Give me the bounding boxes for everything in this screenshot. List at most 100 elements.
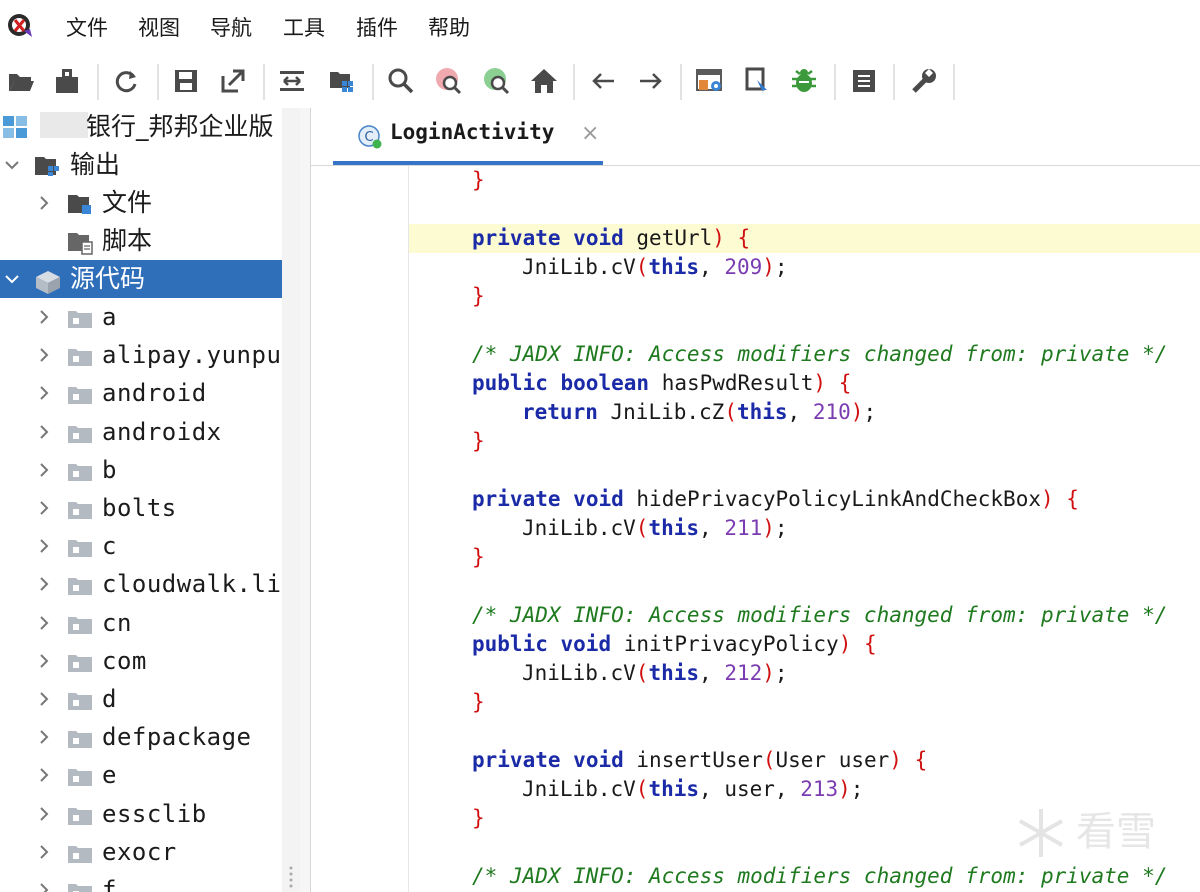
chevron-right-icon[interactable]	[36, 385, 52, 401]
package-folder-icon	[68, 349, 92, 367]
tree-item-package[interactable]: a	[0, 298, 282, 336]
open-folder-icon[interactable]	[4, 64, 38, 98]
package-folder-icon	[68, 693, 92, 710]
close-icon[interactable]: ×	[581, 122, 599, 146]
export-icon[interactable]	[50, 64, 84, 98]
chevron-right-icon[interactable]	[36, 500, 52, 516]
chevron-right-icon[interactable]	[36, 729, 52, 745]
separator: ,	[787, 400, 813, 424]
chevron-right-icon[interactable]	[36, 347, 52, 363]
brace: }	[472, 690, 485, 714]
semicolon: ;	[774, 516, 788, 540]
class-c-icon: C	[358, 125, 382, 149]
code-editor[interactable]: } private void getUrl) { JniLib.cV(this,…	[311, 166, 1200, 892]
menu-help[interactable]: 帮助	[428, 14, 470, 42]
code-line-current: private void getUrl) {	[409, 224, 1200, 253]
menu-file[interactable]: 文件	[66, 14, 108, 42]
tree-item-label: defpackage	[102, 723, 252, 752]
export-out-icon[interactable]	[216, 64, 250, 98]
tree-item-package[interactable]: e	[0, 756, 282, 794]
separator: ,	[699, 777, 725, 801]
tree-item-file[interactable]: 文件	[0, 184, 282, 222]
separator: ,	[699, 661, 725, 685]
tree-item-package[interactable]: c	[0, 527, 282, 565]
menu-plugins[interactable]: 插件	[356, 14, 398, 42]
menu-navigation[interactable]: 导航	[210, 14, 252, 42]
keyword: void	[560, 632, 612, 656]
tree-item-package[interactable]: d	[0, 680, 282, 718]
chevron-down-icon[interactable]	[4, 157, 20, 173]
chevron-right-icon[interactable]	[36, 653, 52, 669]
sidebar-scrollbar[interactable]	[300, 108, 311, 892]
method-name: initPrivacyPolicy	[623, 632, 839, 656]
tree-item-package[interactable]: alipay.yunpu	[0, 336, 282, 374]
chevron-right-icon[interactable]	[36, 615, 52, 631]
chevron-right-icon[interactable]	[36, 767, 52, 783]
tree-item-package[interactable]: androidx	[0, 413, 282, 451]
tree-item-package[interactable]: f	[0, 871, 282, 892]
project-tree-icon[interactable]	[325, 64, 359, 98]
chevron-down-icon[interactable]	[4, 271, 20, 287]
forward-arrow-icon[interactable]	[634, 64, 668, 98]
tree-item-package[interactable]: cn	[0, 604, 282, 642]
search-class-icon[interactable]	[432, 64, 466, 98]
chevron-right-icon[interactable]	[36, 806, 52, 822]
semicolon: ;	[850, 777, 864, 801]
brace: (	[635, 661, 649, 685]
brace: (	[635, 777, 649, 801]
chevron-right-icon[interactable]	[36, 576, 52, 592]
chevron-right-icon[interactable]	[36, 195, 52, 211]
preferences-wrench-icon[interactable]	[907, 64, 941, 98]
chevron-right-icon[interactable]	[36, 309, 52, 325]
tab-loginactivity[interactable]: C LoginActivity ×	[333, 108, 603, 165]
keyword: private	[472, 226, 561, 250]
sidebar-splitter[interactable]	[282, 108, 301, 892]
tree-item-label: androidx	[102, 417, 222, 446]
tree-item-package[interactable]: cloudwalk.li	[0, 565, 282, 603]
keyword: private	[472, 487, 561, 511]
tree-item-package[interactable]: bolts	[0, 489, 282, 527]
keyword: this	[648, 516, 700, 540]
home-icon[interactable]	[527, 64, 561, 98]
chevron-right-icon[interactable]	[36, 844, 52, 860]
tree-item-script[interactable]: 脚本	[0, 222, 282, 260]
tree-item-package[interactable]: com	[0, 642, 282, 680]
tree-item-package[interactable]: defpackage	[0, 718, 282, 756]
tree-item-package[interactable]: exocr	[0, 833, 282, 871]
brace: ) {	[813, 371, 852, 395]
menu-tools[interactable]: 工具	[283, 14, 325, 42]
chevron-right-icon[interactable]	[36, 538, 52, 554]
tree-item-package[interactable]: android	[0, 374, 282, 412]
chevron-right-icon[interactable]	[36, 691, 52, 707]
back-arrow-icon[interactable]	[586, 64, 620, 98]
tree-item-output[interactable]: 输出	[0, 146, 282, 184]
file-folder-icon	[68, 195, 91, 214]
tree-item-sources[interactable]: 源代码	[0, 260, 282, 298]
tree-root[interactable]: 银行_邦邦企业版	[0, 108, 282, 146]
debug-bug-icon[interactable]	[787, 64, 821, 98]
keyword: public	[472, 371, 548, 395]
brace: }	[472, 168, 485, 192]
search-icon[interactable]	[384, 64, 418, 98]
quark-icon[interactable]	[740, 64, 774, 98]
chevron-right-icon[interactable]	[36, 882, 52, 892]
menu-view[interactable]: 视图	[138, 14, 180, 42]
tree-item-label: 输出	[70, 150, 121, 179]
save-icon[interactable]	[169, 64, 203, 98]
keyword: this	[736, 400, 788, 424]
code-line: }	[409, 688, 1200, 717]
tree-item-package[interactable]: essclib	[0, 795, 282, 833]
chevron-right-icon[interactable]	[36, 462, 52, 478]
toolbar	[0, 56, 1200, 108]
package-cube-icon	[36, 271, 60, 294]
refresh-icon[interactable]	[109, 64, 143, 98]
tree-item-package[interactable]: b	[0, 451, 282, 489]
drag-handle-icon[interactable]	[287, 864, 295, 892]
brace: )	[850, 400, 864, 424]
log-viewer-icon[interactable]	[847, 64, 881, 98]
chevron-right-icon[interactable]	[36, 424, 52, 440]
search-usage-icon[interactable]	[480, 64, 514, 98]
redacted-text	[40, 112, 88, 138]
fit-view-icon[interactable]	[275, 64, 309, 98]
deobfuscation-icon[interactable]	[693, 64, 727, 98]
